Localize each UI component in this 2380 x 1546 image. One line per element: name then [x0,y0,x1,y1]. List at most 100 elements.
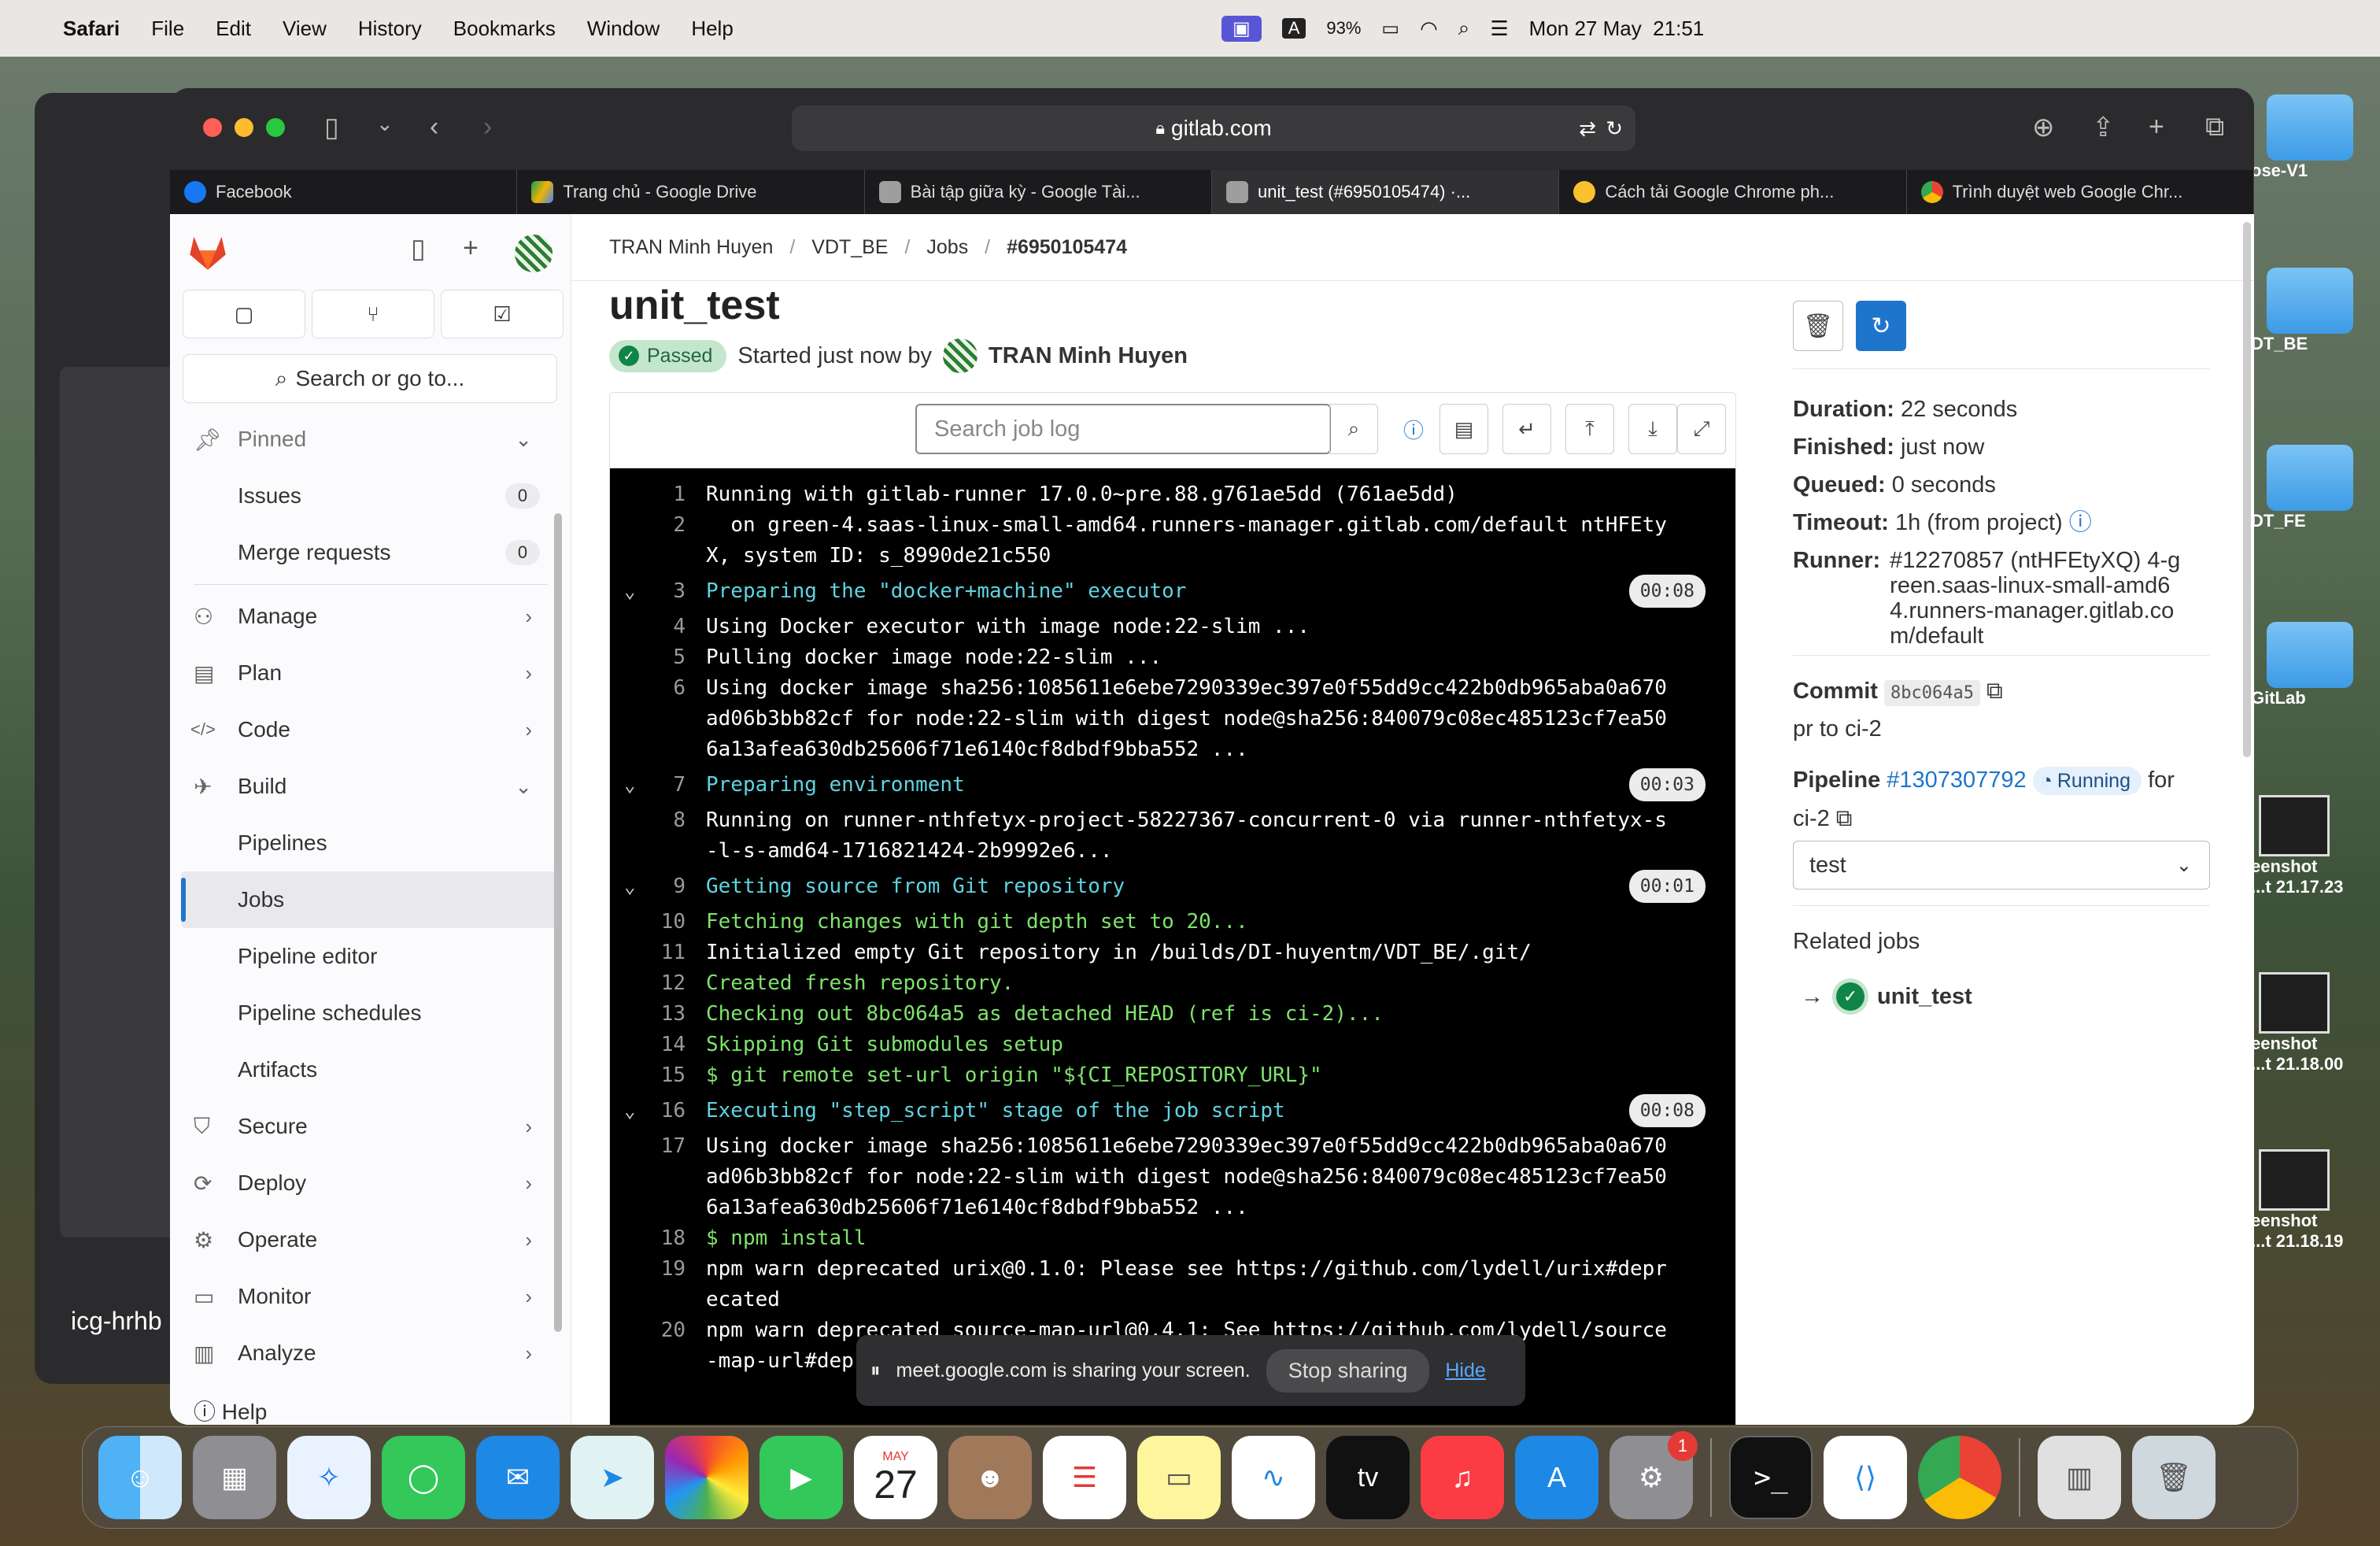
sidebar-search[interactable]: ⌕ Search or go to... [183,354,557,403]
close-window-button[interactable] [203,118,222,137]
calendar-icon[interactable]: MAY 27 [854,1436,937,1519]
line-number[interactable]: 1 [610,479,706,510]
notes-icon[interactable]: ▭ [1137,1436,1221,1519]
reload-icon[interactable]: ↻ [1606,117,1623,141]
tab-google-docs[interactable]: Bài tập giữa kỳ - Google Tài... [865,170,1212,214]
scroll-top-icon[interactable]: ⤒ [1565,404,1614,454]
tab-chrome-browser[interactable]: Trình duyệt web Google Chr... [1907,170,2254,214]
raw-log-icon[interactable]: ▤ [1439,404,1488,454]
branch-name[interactable]: ci-2 [1793,806,1830,831]
clock[interactable]: Mon 27 May 21:51 [1529,17,1705,41]
log-section-header[interactable]: ⌄ 16 Executing "step_script" stage of the … [610,1091,1735,1131]
stage-select[interactable]: test ⌄ [1793,841,2210,890]
sidebar-item-merge-requests[interactable]: Merge requests 0 [170,524,571,581]
line-number[interactable]: 19 [610,1254,706,1315]
retry-icon[interactable]: ↻ [1856,301,1906,351]
delete-icon[interactable]: 🗑︎ [1793,301,1843,351]
photos-icon[interactable] [665,1436,748,1519]
contacts-icon[interactable]: ☻ [948,1436,1032,1519]
tab-chrome-guide[interactable]: Cách tải Google Chrome ph... [1559,170,1907,214]
sidebar-item-pipeline-editor[interactable]: Pipeline editor [170,928,571,985]
chevron-down-icon[interactable]: ⌄ [624,770,635,801]
spotlight-icon[interactable]: ⌕ [1458,16,1470,41]
desktop-screenshot[interactable]: eenshot ...t 21.18.00 [2251,972,2361,1074]
help-link[interactable]: ⓘ Help [194,1395,267,1425]
zoom-window-button[interactable] [266,118,285,137]
system-settings-icon[interactable]: ⚙ 1 [1609,1431,1698,1519]
log-section-header[interactable]: ⌄ 9 Getting source from Git repository 00:0… [610,867,1735,907]
copy-icon[interactable]: ⧉ [1986,679,2003,704]
breadcrumb-job-id[interactable]: #6950105474 [1007,236,1127,258]
line-number[interactable]: 13 [610,999,706,1030]
breadcrumb-jobs[interactable]: Jobs [926,236,968,258]
log-search-input[interactable]: Search job log [915,404,1331,454]
sidebar-item-operate[interactable]: ⚙ Operate › [170,1211,571,1268]
related-job-item[interactable]: → ✓ unit_test [1801,982,1972,1011]
messages-icon[interactable]: ◯ [382,1436,465,1519]
user-name[interactable]: TRAN Minh Huyen [989,343,1188,369]
sidebar-item-secure[interactable]: ⛉ Secure › [170,1098,571,1155]
menu-window[interactable]: Window [587,17,660,41]
sidebar-collapse-icon[interactable]: ▯ [411,233,426,264]
wifi-icon[interactable]: ◠ [1420,17,1438,41]
tab-facebook[interactable]: Facebook [170,170,518,214]
status-badge[interactable]: ✓ Passed [609,339,727,372]
help-icon[interactable]: ⓘ [1389,404,1438,454]
sidebar-item-manage[interactable]: ⚇ Manage › [170,588,571,645]
line-number[interactable]: 17 [610,1131,706,1223]
pinned-section[interactable]: 📌︎ Pinned ⌄ [170,411,571,468]
line-number[interactable]: 15 [610,1060,706,1091]
breadcrumb-project[interactable]: VDT_BE [811,236,888,258]
breadcrumb-user[interactable]: TRAN Minh Huyen [609,236,773,258]
menu-view[interactable]: View [283,17,327,41]
tab-unit-test[interactable]: unit_test (#6950105474) ·... [1211,170,1560,214]
desktop-folder[interactable]: DT_BE [2251,268,2361,354]
desktop-screenshot[interactable]: eenshot ...t 21.18.19 [2251,1149,2361,1252]
address-bar[interactable]: 🔒︎ gitlab.com ⇄ ↻ [792,105,1635,151]
control-center-icon[interactable]: ☰ [1490,17,1508,41]
pipeline-status-badge[interactable]: ◔ Running [2032,767,2142,795]
page-scrollbar[interactable] [2243,222,2251,757]
app-store-icon[interactable]: A [1515,1436,1598,1519]
line-number[interactable]: 14 [610,1030,706,1060]
apple-tv-icon[interactable]: tv [1326,1436,1410,1519]
reminders-icon[interactable]: ☰ [1043,1436,1126,1519]
commit-sha[interactable]: 8bc064a5 [1884,680,1980,706]
sidebar-item-monitor[interactable]: ▭ Monitor › [170,1268,571,1325]
line-number[interactable]: 5 [610,642,706,673]
terminal-icon[interactable]: >_ [1729,1436,1813,1519]
desktop-screenshot[interactable]: eenshot ...t 21.17.23 [2251,795,2361,897]
log-section-header[interactable]: ⌄ 3 Preparing the "docker+machine" executo… [610,571,1735,612]
line-number[interactable]: 11 [610,938,706,968]
hide-button[interactable]: Hide [1445,1359,1485,1382]
desktop-folder[interactable]: GitLab [2251,622,2361,708]
finder-icon[interactable]: ☺ [98,1436,182,1519]
log-section-header[interactable]: ⌄ 7 Preparing environment 00:03 [610,765,1735,805]
user-avatar-icon[interactable] [515,235,552,272]
maps-icon[interactable]: ➤ [571,1436,654,1519]
sidebar-item-build[interactable]: ✈ Build ⌄ [170,758,571,815]
sidebar-item-artifacts[interactable]: Artifacts [170,1041,571,1098]
sidebar-item-deploy[interactable]: ⟳ Deploy › [170,1155,571,1211]
back-icon[interactable]: ‹ [430,112,438,142]
line-number[interactable]: 2 [610,510,706,571]
menu-history[interactable]: History [358,17,422,41]
sidebar-item-plan[interactable]: ▤ Plan › [170,645,571,701]
mail-icon[interactable]: ✉ [476,1436,560,1519]
create-new-icon[interactable]: + [463,233,479,264]
search-icon[interactable]: ⌕ [1329,404,1378,454]
question-icon[interactable]: ⓘ [2069,510,2092,535]
battery-icon[interactable]: ▭ [1381,17,1399,40]
sidebar-toggle-icon[interactable]: ▯ [324,112,339,143]
wrap-lines-icon[interactable]: ↵ [1502,404,1551,454]
menu-edit[interactable]: Edit [216,17,251,41]
sidebar-item-analyze[interactable]: ▥ Analyze › [170,1325,571,1381]
input-source-icon[interactable]: A [1281,18,1306,39]
sidebar-item-pipeline-schedules[interactable]: Pipeline schedules [170,985,571,1041]
chrome-icon[interactable] [1918,1436,2001,1519]
new-tab-icon[interactable]: + [2149,112,2164,142]
vscode-icon[interactable]: ⟨⟩ [1824,1436,1907,1519]
tab-google-drive[interactable]: Trang chủ - Google Drive [517,170,865,214]
freeform-icon[interactable]: ∿ [1232,1436,1315,1519]
stop-sharing-button[interactable]: Stop sharing [1266,1348,1430,1393]
